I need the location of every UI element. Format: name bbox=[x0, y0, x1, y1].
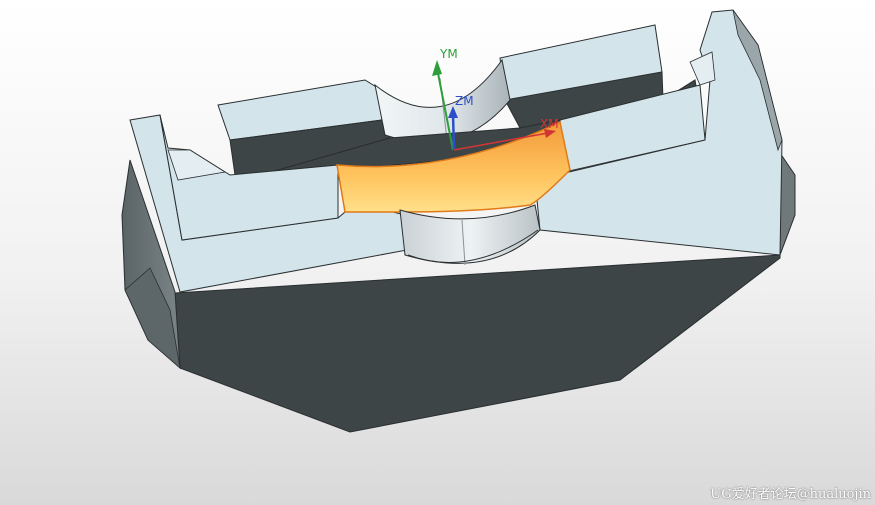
watermark-text: UG爱好者论坛@hualuojin bbox=[710, 487, 871, 502]
z-axis-line bbox=[451, 113, 456, 151]
cad-model-view[interactable]: YM ZM XM bbox=[0, 0, 875, 505]
base-front-face[interactable] bbox=[174, 254, 781, 433]
y-axis-label: YM bbox=[439, 47, 458, 61]
front-cylinder-cut[interactable] bbox=[399, 204, 541, 264]
z-axis-label: ZM bbox=[455, 94, 474, 108]
x-axis-label: XM bbox=[540, 117, 559, 131]
right-wall-pocket[interactable] bbox=[689, 51, 716, 86]
y-axis-arrow-icon bbox=[432, 60, 442, 76]
graphics-viewport[interactable]: YM ZM XM UG爱好者论坛@hualuojin bbox=[0, 0, 875, 505]
